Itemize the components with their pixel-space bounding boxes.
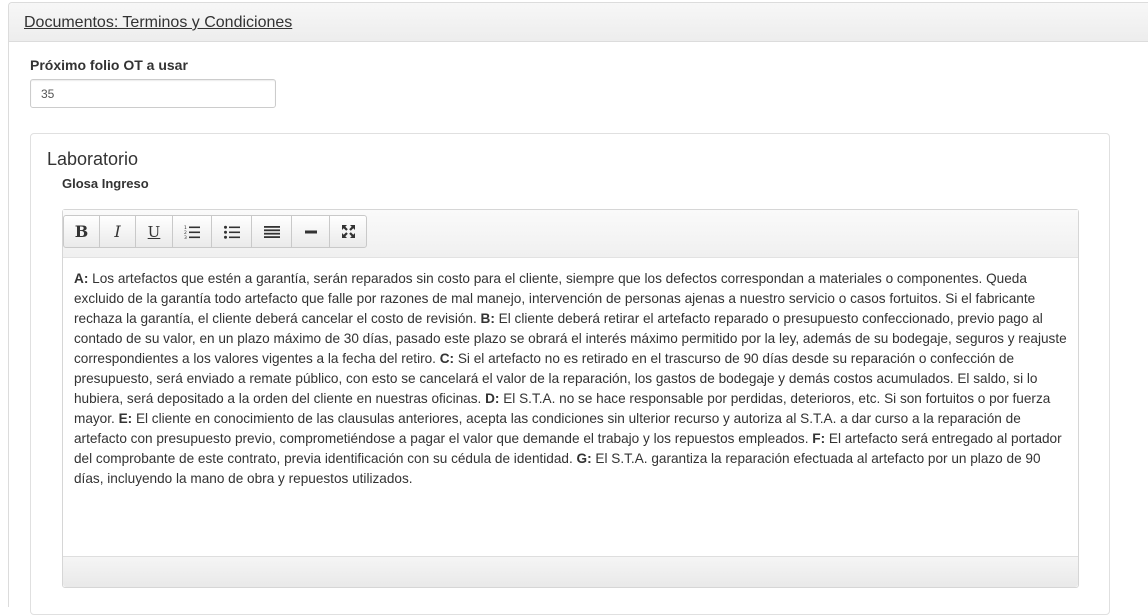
ordered-list-icon: 1 2 3 [184, 225, 200, 239]
horizontal-rule-button[interactable] [291, 215, 330, 248]
fullscreen-icon [341, 225, 355, 238]
italic-button[interactable]: I [99, 215, 136, 248]
svg-text:3: 3 [184, 235, 187, 239]
bold-icon: B [74, 222, 89, 241]
clause-key: G: [576, 451, 592, 466]
clause-key: D: [485, 391, 500, 406]
justify-icon [263, 225, 280, 238]
editor-status-bar [63, 556, 1078, 587]
unordered-list-icon [223, 225, 240, 239]
laboratorio-title: Laboratorio [47, 149, 139, 169]
justify-button[interactable] [251, 215, 292, 248]
glosa-ingreso-content[interactable]: A: Los artefactos que estén a garantía, … [74, 269, 1069, 489]
rich-text-editor: B I U 1 2 3 A: Los artefactos que estén … [62, 209, 1079, 588]
glosa-ingreso-label: Glosa Ingreso [62, 176, 149, 191]
clause-key: F: [812, 431, 826, 446]
clause-key: A: [74, 271, 89, 286]
underline-icon: U [147, 222, 161, 241]
editor-toolbar: B I U 1 2 3 [63, 210, 1078, 258]
clause-key: E: [118, 411, 133, 426]
panel-heading: Documentos: Terminos y Condiciones [9, 3, 1148, 42]
italic-icon: I [114, 222, 121, 241]
clause-key: C: [439, 351, 455, 366]
unordered-list-button[interactable] [211, 215, 252, 248]
laboratorio-panel: Laboratorio Glosa Ingreso B I U 1 2 3 A:… [30, 133, 1110, 615]
fullscreen-button[interactable] [329, 215, 367, 248]
ordered-list-button[interactable]: 1 2 3 [172, 215, 212, 248]
bold-button[interactable]: B [63, 215, 100, 248]
folio-input[interactable] [30, 79, 276, 108]
clause-key: B: [480, 311, 495, 326]
horizontal-rule-icon [304, 230, 317, 233]
panel-title-link[interactable]: Documentos: Terminos y Condiciones [24, 14, 292, 32]
underline-button[interactable]: U [135, 215, 173, 248]
folio-label: Próximo folio OT a usar [30, 57, 188, 73]
